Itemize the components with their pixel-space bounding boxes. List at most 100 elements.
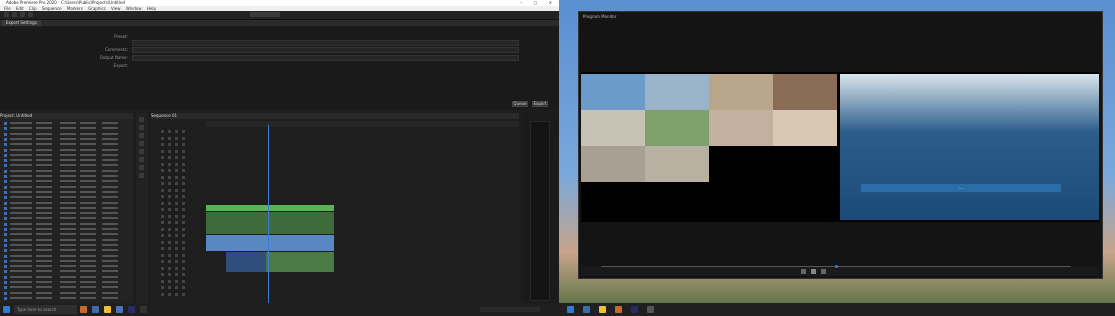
project-item-row[interactable]: [2, 201, 130, 206]
step-forward-icon[interactable]: [821, 269, 826, 274]
app-icon-blue[interactable]: [116, 306, 123, 313]
track-toggle-icon[interactable]: [168, 247, 171, 250]
track-toggle-icon[interactable]: [182, 266, 185, 270]
audio-clips-a3[interactable]: [266, 252, 334, 272]
track-toggle-icon[interactable]: [182, 188, 185, 192]
track-toggle-icon[interactable]: [175, 240, 178, 244]
track-toggle-icon[interactable]: [175, 201, 178, 205]
track-toggle-icon[interactable]: [168, 162, 171, 166]
edit-icon[interactable]: [20, 12, 25, 17]
track-toggle-icon[interactable]: [182, 227, 185, 231]
track-toggle-icon[interactable]: [175, 286, 178, 289]
track-toggle-icon[interactable]: [161, 188, 164, 192]
track-toggle-icon[interactable]: [182, 286, 185, 289]
track-toggle-icon[interactable]: [168, 175, 171, 179]
track-toggle-icon[interactable]: [161, 156, 164, 159]
track-toggle-icon[interactable]: [175, 130, 178, 133]
edge-icon[interactable]: [583, 306, 590, 313]
type-tool-icon[interactable]: [139, 173, 144, 178]
project-item-row[interactable]: [2, 132, 130, 137]
track-toggle-icon[interactable]: [175, 169, 178, 172]
track-toggle-icon[interactable]: [168, 253, 171, 257]
track-toggle-icon[interactable]: [182, 208, 185, 211]
track-toggle-icon[interactable]: [161, 266, 164, 270]
project-item-row[interactable]: [2, 153, 130, 158]
project-item-row[interactable]: [2, 269, 130, 274]
track-toggle-icon[interactable]: [168, 214, 171, 218]
project-item-row[interactable]: [2, 275, 130, 280]
scrub-head[interactable]: [835, 265, 838, 268]
app-icon-gray[interactable]: [647, 306, 654, 313]
track-toggle-icon[interactable]: [182, 253, 185, 257]
track-header[interactable]: [151, 129, 206, 135]
import-icon[interactable]: [12, 12, 17, 17]
track-toggle-icon[interactable]: [168, 195, 171, 198]
track-header[interactable]: [151, 233, 206, 239]
track-toggle-icon[interactable]: [182, 169, 185, 172]
track-toggle-icon[interactable]: [182, 156, 185, 159]
track-toggle-icon[interactable]: [182, 182, 185, 185]
track-toggle-icon[interactable]: [182, 143, 185, 146]
track-toggle-icon[interactable]: [161, 227, 164, 231]
track-header[interactable]: [151, 142, 206, 148]
track-header[interactable]: [151, 240, 206, 246]
track-toggle-icon[interactable]: [161, 201, 164, 205]
track-toggle-icon[interactable]: [175, 221, 178, 224]
track-toggle-icon[interactable]: [161, 208, 164, 211]
project-item-row[interactable]: [2, 264, 130, 269]
track-header[interactable]: [151, 259, 206, 265]
track-toggle-icon[interactable]: [161, 136, 164, 140]
project-item-row[interactable]: [2, 248, 130, 253]
track-header[interactable]: [151, 279, 206, 285]
track-header[interactable]: [151, 136, 206, 142]
track-toggle-icon[interactable]: [161, 240, 164, 244]
track-toggle-icon[interactable]: [161, 195, 164, 198]
track-toggle-icon[interactable]: [182, 162, 185, 166]
track-header[interactable]: [151, 292, 206, 298]
track-toggle-icon[interactable]: [161, 214, 164, 218]
project-item-row[interactable]: [2, 259, 130, 264]
project-item-row[interactable]: [2, 232, 130, 237]
track-toggle-icon[interactable]: [161, 247, 164, 250]
project-item-row[interactable]: [2, 121, 130, 126]
track-header[interactable]: [151, 272, 206, 278]
track-toggle-icon[interactable]: [182, 279, 185, 283]
queue-button[interactable]: Queue: [512, 101, 528, 107]
project-item-row[interactable]: [2, 285, 130, 290]
project-item-row[interactable]: [2, 227, 130, 232]
track-header[interactable]: [151, 175, 206, 181]
pen-tool-icon[interactable]: [139, 157, 144, 162]
track-header[interactable]: [151, 201, 206, 207]
project-item-row[interactable]: [2, 190, 130, 195]
track-toggle-icon[interactable]: [175, 279, 178, 283]
track-toggle-icon[interactable]: [182, 292, 185, 296]
track-toggle-icon[interactable]: [182, 201, 185, 205]
start-icon[interactable]: [3, 306, 10, 313]
comments-field[interactable]: [132, 47, 519, 53]
app-icon-dark[interactable]: [140, 306, 147, 313]
workspace-tabs[interactable]: [250, 12, 280, 17]
project-item-row[interactable]: [2, 216, 130, 221]
track-header[interactable]: [151, 168, 206, 174]
project-item-row[interactable]: [2, 222, 130, 227]
track-toggle-icon[interactable]: [161, 162, 164, 166]
track-header[interactable]: [151, 149, 206, 155]
track-toggle-icon[interactable]: [161, 234, 164, 237]
app-icon-orange[interactable]: [615, 306, 622, 313]
export-button[interactable]: Export: [532, 101, 548, 107]
project-item-row[interactable]: [2, 243, 130, 248]
track-toggle-icon[interactable]: [161, 182, 164, 185]
selection-tool-icon[interactable]: [139, 117, 144, 122]
track-toggle-icon[interactable]: [168, 143, 171, 146]
track-toggle-icon[interactable]: [161, 260, 164, 263]
track-toggle-icon[interactable]: [161, 253, 164, 257]
folder-icon[interactable]: [104, 306, 111, 313]
project-item-row[interactable]: [2, 126, 130, 131]
project-item-row[interactable]: [2, 280, 130, 285]
play-icon[interactable]: [811, 269, 816, 274]
track-toggle-icon[interactable]: [168, 240, 171, 244]
track-toggle-icon[interactable]: [161, 286, 164, 289]
ripple-edit-tool-icon[interactable]: [139, 133, 144, 138]
track-toggle-icon[interactable]: [175, 247, 178, 250]
preset-field[interactable]: [132, 40, 519, 46]
